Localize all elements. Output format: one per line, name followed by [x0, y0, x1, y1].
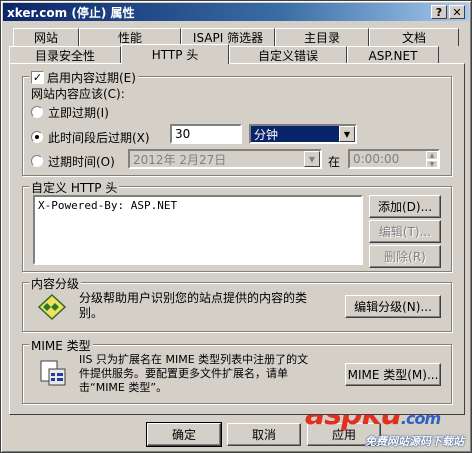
mime-type-group: MIME 类型 IIS 只为扩展名在 MIME 类型列表中注册了的文件提供服务。…	[22, 337, 452, 404]
expire-on-label: 过期时间(O)	[48, 155, 115, 169]
expire-date-value: 2012年 2月27日	[133, 152, 227, 167]
cancel-button[interactable]: 取消	[227, 423, 301, 446]
expire-unit-value: 分钟	[254, 127, 279, 142]
help-button[interactable]: ?	[431, 5, 447, 19]
at-label: 在	[328, 155, 341, 169]
chevron-down-icon[interactable]: ▼	[304, 151, 320, 167]
tab-documents[interactable]: 文档	[369, 28, 459, 46]
expire-after-label: 此时间段后过期(X)	[48, 131, 150, 145]
ok-button[interactable]: 确定	[146, 422, 222, 447]
mime-type-desc: IIS 只为扩展名在 MIME 类型列表中注册了的文件提供服务。要配置更多文件扩…	[79, 353, 309, 394]
edit-rating-button[interactable]: 编辑分级(N)...	[345, 295, 441, 318]
mime-file-icon	[39, 359, 67, 387]
expire-time-input[interactable]: 0:00:00 ▲ ▼	[348, 149, 440, 169]
content-rating-title: 内容分级	[29, 275, 82, 292]
expire-date-picker[interactable]: 2012年 2月27日 ▼	[128, 149, 322, 169]
checkbox-mark[interactable]: ✓	[31, 71, 44, 84]
expire-after-value: 30	[175, 127, 191, 141]
custom-headers-group: 自定义 HTTP 头 X-Powered-By: ASP.NET 添加(D)..…	[22, 179, 452, 272]
rating-icon	[37, 293, 67, 321]
tab-aspnet[interactable]: ASP.NET	[347, 46, 439, 64]
delete-header-button[interactable]: 删除(R)	[369, 245, 441, 268]
chevron-down-icon[interactable]: ▼	[339, 126, 355, 142]
http-headers-panel: ✓ 启用内容过期(E) 网站内容应该(C): 立即过期(I) 此时间段后过期(X…	[9, 63, 465, 415]
close-button[interactable]: ✕	[449, 5, 465, 19]
tab-home-directory[interactable]: 主目录	[275, 28, 369, 46]
spinner-arrows-icon[interactable]: ▲ ▼	[426, 151, 438, 169]
mime-type-title: MIME 类型	[29, 337, 93, 354]
tab-custom-errors[interactable]: 自定义错误	[229, 46, 347, 64]
tab-website[interactable]: 网站	[13, 28, 79, 46]
expire-unit-select[interactable]: 分钟 ▼	[249, 124, 357, 144]
expire-time-value: 0:00:00	[353, 152, 400, 166]
watermark-tagline: 免费网站源码下载站	[365, 435, 464, 448]
custom-headers-title: 自定义 HTTP 头	[29, 179, 120, 196]
tab-directory-security[interactable]: 目录安全性	[9, 46, 121, 64]
expire-on-radio[interactable]	[31, 155, 43, 167]
add-header-button[interactable]: 添加(D)...	[369, 195, 441, 218]
tab-http-headers[interactable]: HTTP 头	[121, 44, 229, 64]
expire-after-radio[interactable]	[31, 131, 43, 143]
title-bar[interactable]: xker.com (停止) 属性 ? ✕	[3, 3, 469, 21]
mime-type-button[interactable]: MIME 类型(M)...	[345, 363, 441, 386]
custom-headers-list[interactable]: X-Powered-By: ASP.NET	[33, 195, 363, 265]
content-rating-desc: 分级帮助用户识别您的站点提供的内容的类别。	[79, 291, 308, 320]
properties-dialog: xker.com (停止) 属性 ? ✕ 网站 性能 ISAPI 筛选器 主目录…	[0, 0, 472, 453]
window-title: xker.com (停止) 属性	[7, 5, 135, 20]
list-item[interactable]: X-Powered-By: ASP.NET	[38, 199, 358, 212]
expire-immediately-label: 立即过期(I)	[48, 106, 109, 120]
content-rating-group: 内容分级 分级帮助用户识别您的站点提供的内容的类别。 编辑分级(N)...	[22, 275, 452, 332]
edit-header-button[interactable]: 编辑(T)...	[369, 220, 441, 243]
expire-after-input[interactable]: 30	[170, 124, 242, 144]
enable-expiration-label: 启用内容过期(E)	[47, 71, 136, 85]
content-expiration-group: ✓ 启用内容过期(E) 网站内容应该(C): 立即过期(I) 此时间段后过期(X…	[22, 69, 452, 176]
expire-immediately-radio[interactable]	[31, 106, 43, 118]
enable-expiration-checkbox[interactable]: ✓ 启用内容过期(E)	[29, 69, 138, 86]
expiration-subtitle: 网站内容应该(C):	[31, 87, 125, 101]
